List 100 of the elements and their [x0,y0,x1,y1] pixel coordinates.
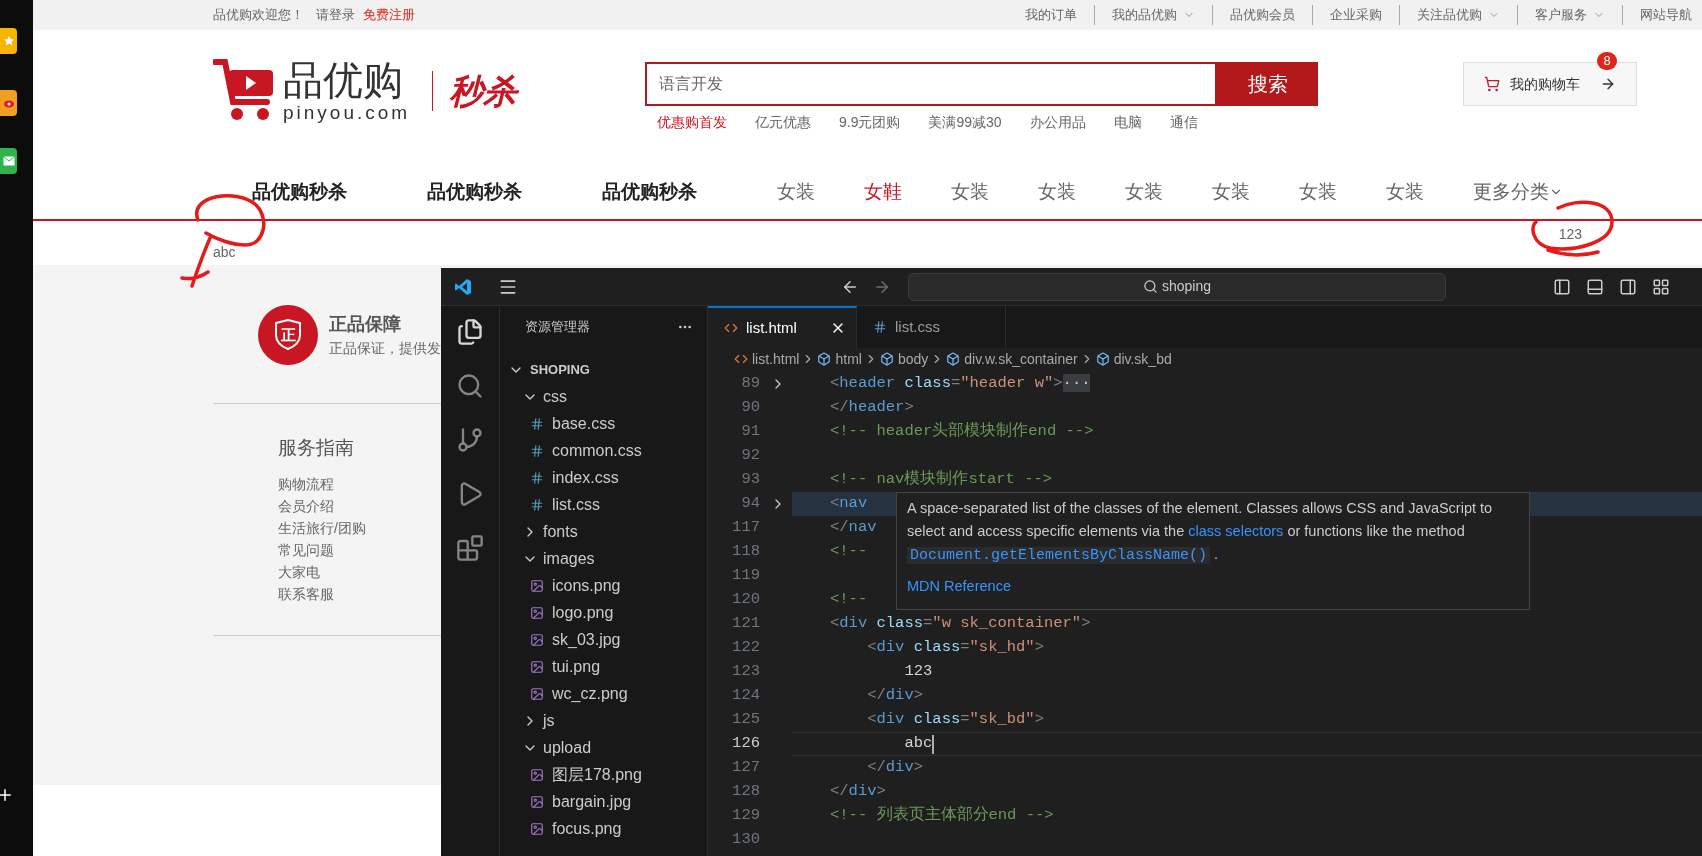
plus-icon[interactable] [0,786,14,804]
guide-link[interactable]: 会员介绍 [278,494,334,517]
folder-item[interactable]: images [500,545,707,572]
top-link[interactable]: 关注品优购 [1399,5,1517,25]
line-number: 118 [731,541,760,563]
top-link[interactable]: 网站导航 [1622,5,1692,25]
explorer-title: 资源管理器 [525,318,590,337]
hot-word-link[interactable]: 9.9元团购 [839,112,901,133]
code-line: 123 [903,661,933,683]
guide-link[interactable]: 联系客服 [278,582,334,605]
line-number: 123 [731,661,760,683]
image-file-icon [530,578,544,593]
guide-link[interactable]: 常见问题 [278,538,334,561]
nav-link[interactable]: 女装 [1038,177,1076,207]
image-file-icon [530,632,544,647]
hot-word-link[interactable]: 电脑 [1113,112,1142,133]
file-item[interactable]: bargain.jpg [500,788,707,815]
editor-logo-icon [454,277,472,296]
file-item[interactable]: tui.png [500,653,707,680]
nav-link[interactable]: 品优购秒杀 [602,177,697,207]
search-field[interactable]: 语言开发 [645,62,1217,106]
line-number: 90 [740,397,760,419]
extensions-icon[interactable] [456,534,484,562]
branch-icon[interactable] [456,426,484,454]
breadcrumb-item[interactable]: html [817,348,862,370]
folder-item[interactable]: js [500,707,707,734]
folder-item[interactable]: css [500,383,707,410]
nav-link[interactable]: 女装 [1125,177,1163,207]
guide-link[interactable]: 生活旅行/团购 [278,516,366,539]
link[interactable]: class selectors [1188,523,1284,539]
command-search-field[interactable]: shoping [908,272,1446,301]
line-number: 92 [740,445,760,467]
top-link[interactable]: 企业采购 [1312,5,1399,25]
cube-icon [879,352,894,366]
nav-link[interactable]: 女装 [1386,177,1424,207]
top-link[interactable]: 品优购会员 [1212,5,1312,25]
breadcrumb-item[interactable]: body [879,348,929,370]
nav-link[interactable]: 女装 [951,177,989,207]
root-folder-item[interactable]: SHOPING [500,356,707,383]
folder-item[interactable]: upload [500,734,707,761]
panel-bottom-icon[interactable] [1586,277,1604,296]
image-file-icon [530,686,544,701]
code-line: <!-- nav模块制作start --> [830,469,1053,491]
hot-word-link[interactable]: 通信 [1169,112,1198,133]
nav-link[interactable]: 女装 [1212,177,1250,207]
breadcrumb-item[interactable]: div.w.sk_container [946,348,1078,370]
file-item[interactable]: base.css [500,410,707,437]
nav-link[interactable]: 女鞋 [864,177,902,207]
file-item[interactable]: list.css [500,491,707,518]
search-button[interactable]: 搜索 [1217,62,1318,106]
image-file-icon [530,794,544,809]
line-number: 117 [731,517,760,539]
line-number: 122 [731,637,760,659]
file-item[interactable]: wc_cz.png [500,680,707,707]
hash-icon [530,416,544,431]
envelope-app-icon[interactable] [0,148,17,174]
top-link[interactable]: 我的订单 [1008,5,1094,25]
hot-word-link[interactable]: 优惠购首发 [657,112,727,133]
welcome-text: 品优购欢迎您！ [213,6,304,25]
register-link[interactable]: 免费注册 [363,5,415,25]
file-item[interactable]: logo.png [500,599,707,626]
top-link[interactable]: 我的品优购 [1094,5,1212,25]
folder-item[interactable]: fonts [500,518,707,545]
file-item[interactable]: focus.png [500,815,707,842]
nav-link[interactable]: 品优购秒杀 [252,177,347,207]
nav-link[interactable]: 更多分类 [1473,177,1563,207]
breadcrumb-item[interactable]: div.sk_bd [1095,348,1172,370]
editor-tab[interactable]: list.html [708,306,857,348]
file-item[interactable]: 图层178.png [500,761,707,788]
reference-link[interactable]: MDN Reference [907,575,1519,598]
breadcrumb-item[interactable]: list.html [734,348,800,370]
nav-link[interactable]: 品优购秒杀 [427,177,522,207]
file-item[interactable]: icons.png [500,572,707,599]
hot-word-link[interactable]: 美满99减30 [928,112,1002,133]
star-app-icon[interactable] [0,28,17,54]
panel-left-icon[interactable] [1553,277,1571,296]
text-cursor [932,734,935,754]
panel-right-icon[interactable] [1619,277,1637,296]
code-line: <!-- header头部模块制作end --> [830,421,1094,443]
nav-link[interactable]: 女装 [1299,177,1337,207]
top-link[interactable]: 客户服务 [1517,5,1622,25]
file-item[interactable]: index.css [500,464,707,491]
search-icon[interactable] [456,372,484,400]
promise-title: 正品保障 [329,313,401,336]
hot-word-link[interactable]: 办公用品 [1029,112,1086,133]
file-item[interactable]: common.css [500,437,707,464]
code-line: <!-- [830,589,868,611]
hot-word-link[interactable]: 亿元优惠 [755,112,811,133]
guide-link[interactable]: 大家电 [278,560,320,583]
code-line: <div class="sk_hd"> [866,637,1044,659]
login-link[interactable]: 请登录 [316,5,355,25]
files-icon[interactable] [456,318,484,346]
line-number: 124 [731,685,760,707]
code-line: <!-- 列表页主体部分end --> [830,804,1054,827]
nav-link[interactable]: 女装 [777,177,815,207]
guide-link[interactable]: 购物流程 [278,472,334,495]
tooltip-text: A space-separated list of the classes of the element. Classes allows CSS and JavaScript to select and access specific elements via the class selectors or functions like the method Document.getElementsByClassName() . [907,499,1494,566]
layout-icon[interactable] [1652,277,1670,296]
cart-icon [1484,76,1500,92]
file-item[interactable]: sk_03.jpg [500,626,707,653]
